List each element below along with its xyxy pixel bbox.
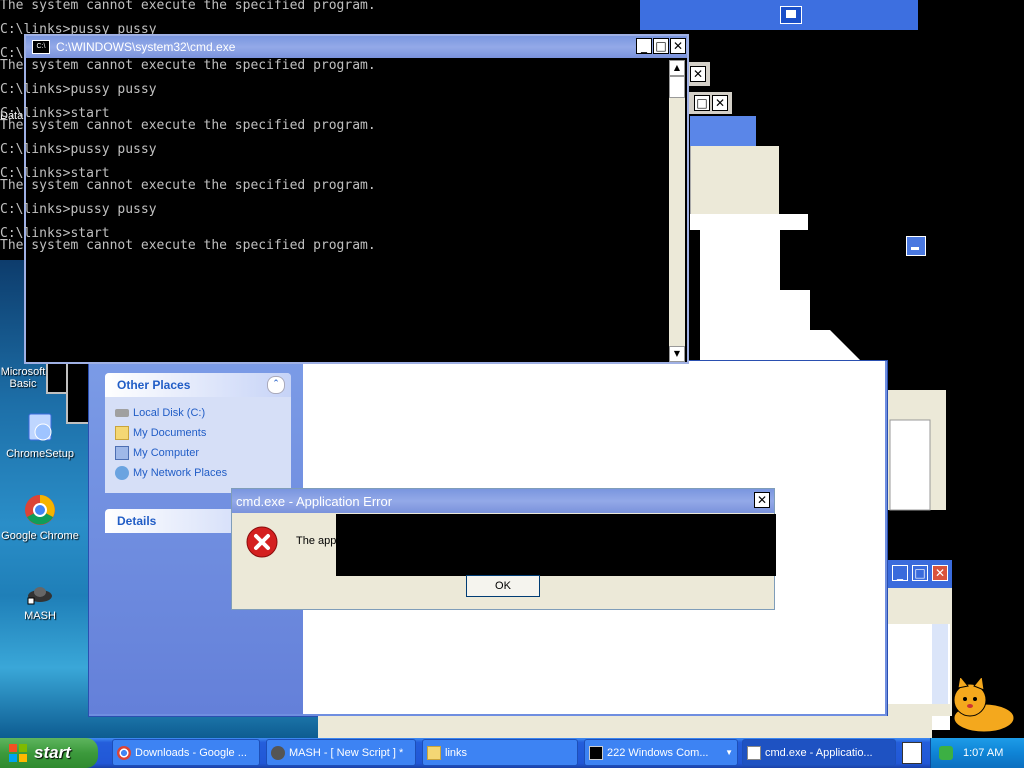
scroll-thumb[interactable]: [669, 76, 685, 98]
close-icon[interactable]: ✕: [712, 95, 728, 111]
cmd-line: C:\links>pussy pussy: [0, 82, 157, 97]
place-link-network[interactable]: My Network Places: [115, 463, 281, 483]
collapse-icon[interactable]: ⌃: [267, 376, 285, 394]
taskbar-item-label: MASH - [ New Script ] *: [289, 746, 404, 759]
scroll-up-icon[interactable]: ▲: [669, 60, 685, 76]
taskbar-item-label: Downloads - Google ...: [135, 746, 247, 759]
desktop-icon-microsoft[interactable]: Microsoft Basic: [0, 366, 48, 390]
dropdown-arrow-icon: ▼: [725, 748, 733, 757]
cmd-line: The system cannot execute the specified …: [0, 118, 376, 133]
background-window-fragment: [318, 716, 932, 738]
system-tray: 1:07 AM: [930, 738, 1024, 768]
desktop-icon-label: Basic: [9, 378, 37, 390]
close-icon[interactable]: ✕: [670, 38, 686, 54]
redacted-region: [336, 514, 776, 576]
taskbar-item-label: cmd.exe - Applicatio...: [765, 746, 873, 759]
error-dialog-titlebar[interactable]: cmd.exe - Application Error ✕: [232, 489, 774, 513]
taskbar-item-label: links: [445, 746, 468, 759]
cat-mascot-icon[interactable]: [944, 678, 1020, 736]
start-label: start: [34, 743, 71, 762]
taskbar-item-cmd-group[interactable]: 222 Windows Com... ▼: [584, 739, 738, 766]
taskbar-item-label: 222 Windows Com...: [607, 746, 709, 759]
folder-icon: [115, 426, 129, 440]
maximize-icon[interactable]: □: [912, 565, 928, 581]
background-window-fragment: [690, 214, 808, 230]
desktop-icon-label: MASH: [24, 610, 56, 622]
drive-icon: [115, 409, 129, 417]
background-window-fragment: [46, 362, 68, 394]
minimize-icon[interactable]: [780, 6, 802, 24]
maximize-icon[interactable]: □: [694, 95, 710, 111]
cmd-line: The system cannot execute the specified …: [0, 238, 376, 253]
desktop-icon-chromesetup[interactable]: ChromeSetup: [0, 410, 80, 460]
place-link-my-computer[interactable]: My Computer: [115, 443, 281, 463]
background-window-titlebar: [640, 0, 918, 30]
taskbar-item-links[interactable]: links: [422, 739, 578, 766]
place-link-label: Local Disk (C:): [133, 407, 206, 419]
close-icon[interactable]: ✕: [932, 565, 948, 581]
minimize-icon[interactable]: _: [892, 565, 908, 581]
cmd-titlebar[interactable]: C:\ C:\WINDOWS\system32\cmd.exe _ □ ✕: [26, 36, 687, 58]
close-icon[interactable]: ✕: [754, 492, 770, 508]
minimize-icon[interactable]: _: [636, 38, 652, 54]
desktop-icon-label: Microsoft: [0, 366, 46, 378]
place-link-local-disk[interactable]: Local Disk (C:): [115, 403, 281, 423]
other-places-header[interactable]: Other Places ⌃: [105, 373, 291, 397]
taskbar: start Downloads - Google ... MASH - [ Ne…: [0, 738, 1024, 768]
cmd-icon: [589, 745, 603, 760]
background-window: _ □ ✕: [886, 560, 952, 716]
scroll-down-icon[interactable]: ▼: [669, 346, 685, 362]
mash-icon: [271, 745, 285, 760]
cmd-scrollbar[interactable]: ▲ ▼: [669, 60, 685, 362]
cmd-line: C:\links>pussy pussy: [0, 142, 157, 157]
chrome-icon: [25, 495, 55, 525]
computer-icon: [115, 446, 129, 460]
desktop-icon-mash[interactable]: MASH: [0, 582, 80, 622]
desktop-icon-google-chrome[interactable]: Google Chrome: [0, 494, 80, 542]
place-link-label: My Documents: [133, 427, 207, 439]
cmd-title: C:\WINDOWS\system32\cmd.exe: [56, 40, 236, 54]
error-dialog: cmd.exe - Application Error ✕ The app OK: [231, 488, 776, 610]
cmd-line: The system cannot execute the specified …: [0, 178, 376, 193]
place-link-label: My Computer: [133, 447, 200, 459]
folder-icon: [427, 745, 441, 760]
error-message: The app: [296, 535, 337, 547]
start-button[interactable]: start: [0, 738, 98, 768]
clock[interactable]: 1:07 AM: [963, 747, 1003, 759]
chrome-icon: [117, 745, 131, 760]
cmd-icon: C:\: [32, 40, 50, 54]
place-link-my-documents[interactable]: My Documents: [115, 423, 281, 443]
installer-icon: [28, 413, 52, 441]
place-link-label: My Network Places: [133, 467, 228, 479]
maximize-icon[interactable]: □: [653, 38, 669, 54]
taskbar-item-chrome[interactable]: Downloads - Google ...: [112, 739, 260, 766]
cmd-output: The system cannot execute the specified …: [0, 58, 376, 253]
other-places-title: Other Places: [117, 378, 191, 392]
background-window-titlebar: _ □ ✕: [886, 560, 952, 588]
taskbar-item-mash[interactable]: MASH - [ New Script ] *: [266, 739, 416, 766]
taskbar-item-error[interactable]: cmd.exe - Applicatio...: [742, 739, 896, 766]
window-icon: [747, 745, 761, 760]
desktop-icon-label: Google Chrome: [1, 530, 79, 542]
desktop-icon-label: ChromeSetup: [6, 448, 74, 460]
network-icon: [115, 466, 129, 480]
cmd-line: C:\links>pussy pussy: [0, 202, 157, 217]
background-window-fragment: [690, 116, 756, 146]
other-places-panel: Other Places ⌃ Local Disk (C:) My Docume…: [105, 373, 291, 493]
close-icon[interactable]: ✕: [690, 66, 706, 82]
windows-logo-icon: [9, 744, 27, 762]
tray-icon[interactable]: [939, 746, 953, 760]
keyboard-icon[interactable]: [902, 742, 922, 764]
error-dialog-title: cmd.exe - Application Error: [236, 493, 393, 509]
ok-button[interactable]: OK: [466, 575, 540, 597]
mash-icon: [27, 587, 52, 605]
error-icon: [246, 526, 278, 558]
details-title: Details: [117, 514, 157, 528]
cmd-line: The system cannot execute the specified …: [0, 58, 376, 73]
console-bg-line: The system cannot execute the specified …: [0, 0, 376, 13]
